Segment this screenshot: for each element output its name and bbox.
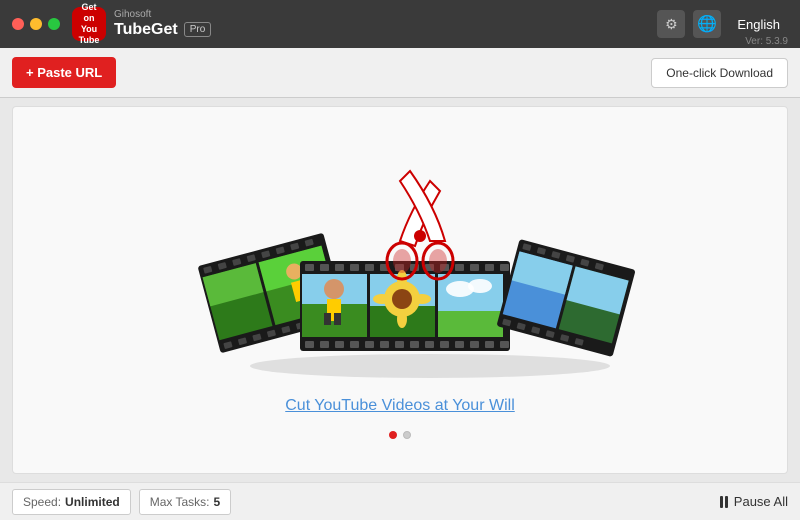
title-bar-right: ⚙ 🌐 English (657, 10, 788, 38)
app-logo: GetonYouTube (72, 7, 106, 41)
app-name-group: Gihosoft TubeGet Pro (114, 9, 211, 39)
pause-all-label: Pause All (734, 494, 788, 509)
settings-button[interactable]: ⚙ (657, 10, 685, 38)
one-click-download-button[interactable]: One-click Download (651, 58, 788, 88)
minimize-button[interactable] (30, 18, 42, 30)
pause-icon (720, 496, 728, 508)
version-label: Ver: 5.3.9 (745, 36, 788, 47)
logo-text: GetonYouTube (79, 2, 100, 45)
language-selector-button[interactable]: English (729, 13, 788, 36)
speed-label: Speed: (23, 495, 61, 509)
company-name: Gihosoft (114, 9, 211, 20)
max-tasks-value: 5 (214, 495, 221, 509)
promo-content: Cut YouTube Videos at Your Will (150, 141, 650, 439)
slide-dots (389, 431, 411, 439)
film-strip-illustration (150, 141, 650, 381)
max-tasks-indicator: Max Tasks: 5 (139, 489, 231, 515)
gear-icon: ⚙ (665, 16, 678, 33)
status-bar: Speed: Unlimited Max Tasks: 5 Pause All (0, 482, 800, 520)
speed-indicator: Speed: Unlimited (12, 489, 131, 515)
language-flag-icon: 🌐 (697, 14, 717, 34)
title-bar: GetonYouTube Gihosoft TubeGet Pro ⚙ 🌐 En… (0, 0, 800, 48)
app-name: TubeGet (114, 20, 178, 39)
max-tasks-label: Max Tasks: (150, 495, 210, 509)
maximize-button[interactable] (48, 18, 60, 30)
slide-dot-2[interactable] (403, 431, 411, 439)
window-controls (12, 18, 60, 30)
promo-title[interactable]: Cut YouTube Videos at Your Will (285, 397, 515, 415)
close-button[interactable] (12, 18, 24, 30)
speed-value: Unlimited (65, 495, 120, 509)
pause-all-button[interactable]: Pause All (720, 494, 788, 509)
toolbar: + Paste URL One-click Download (0, 48, 800, 98)
pro-badge: Pro (184, 22, 212, 37)
language-icon-button[interactable]: 🌐 (693, 10, 721, 38)
paste-url-button[interactable]: + Paste URL (12, 57, 116, 88)
slide-dot-1[interactable] (389, 431, 397, 439)
main-content-area: Cut YouTube Videos at Your Will (12, 106, 788, 474)
